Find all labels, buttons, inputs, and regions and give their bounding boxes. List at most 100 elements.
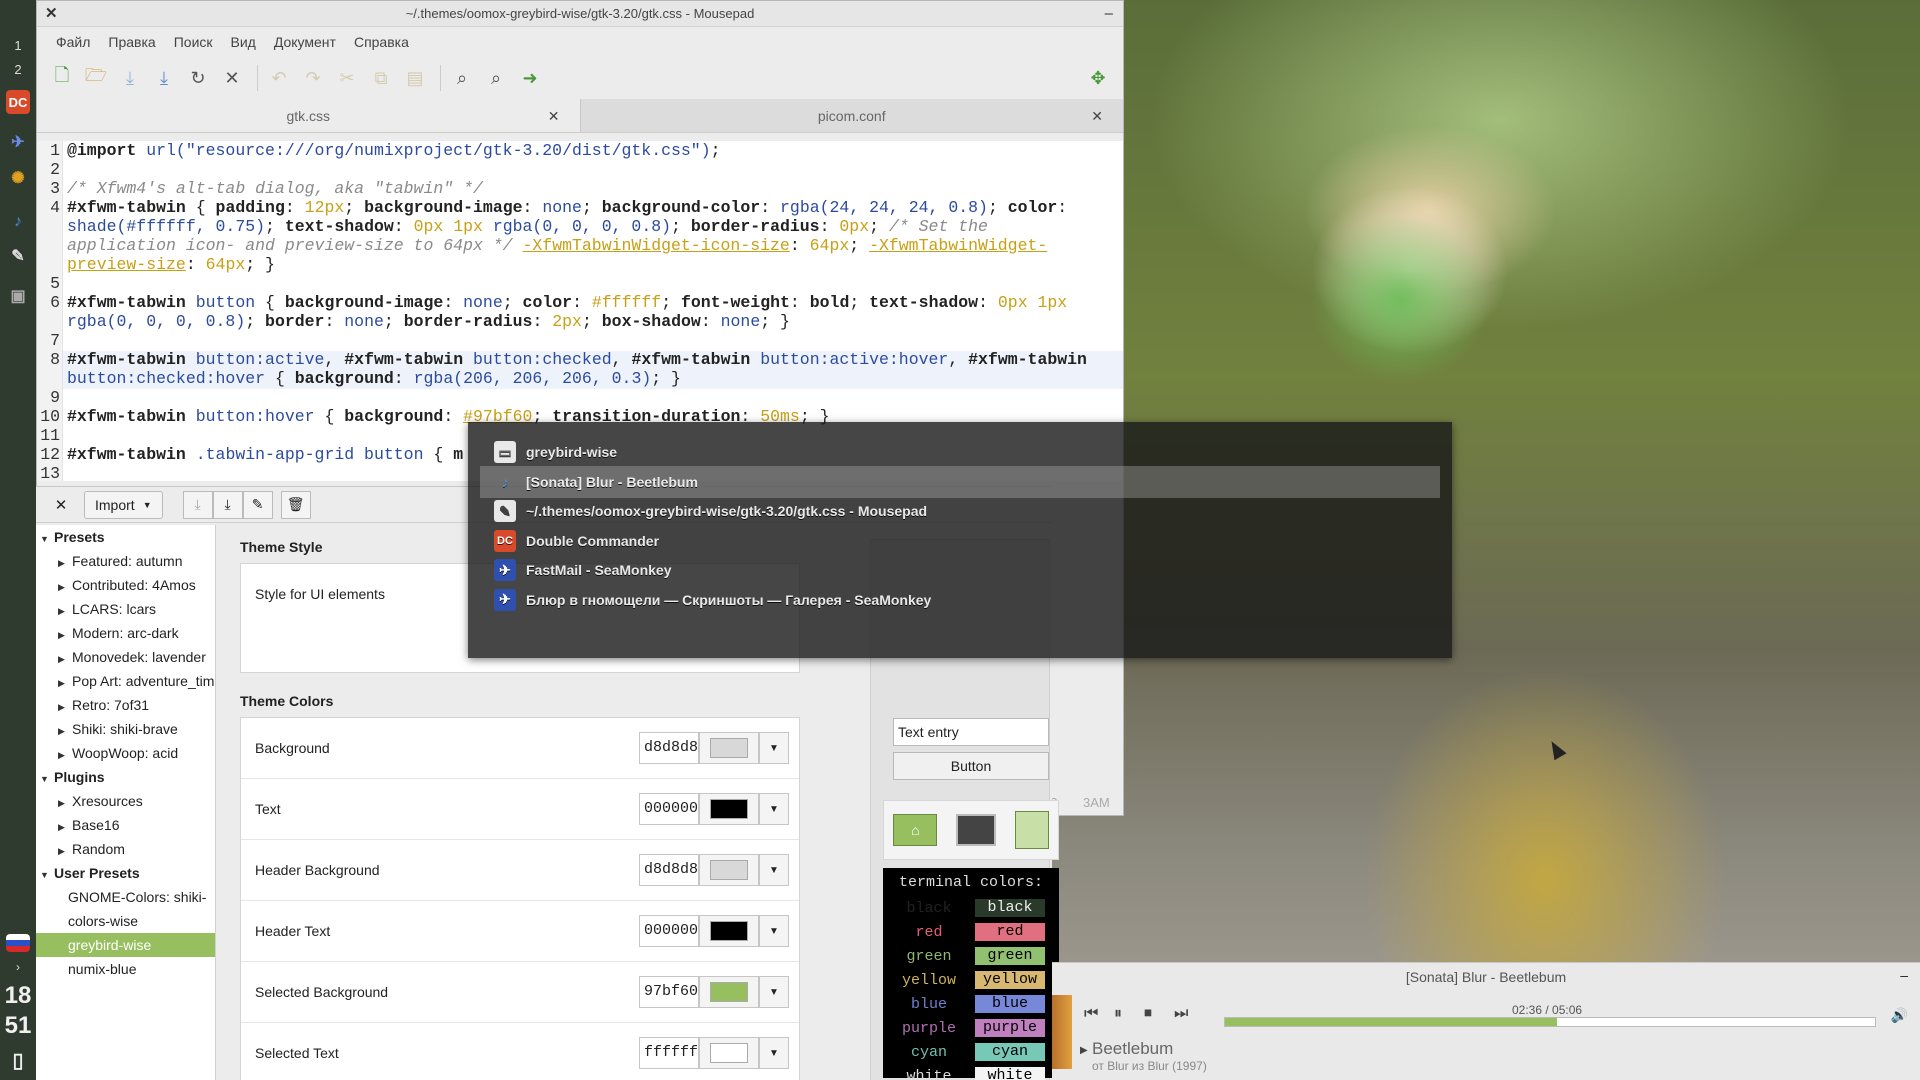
tree-item-user-preset-selected[interactable]: greybird-wise	[36, 933, 215, 957]
preview-button[interactable]: Button	[893, 752, 1049, 780]
mousepad-titlebar[interactable]: ✕ ~/.themes/oomox-greybird-wise/gtk-3.20…	[37, 1, 1123, 27]
menu-file[interactable]: Файл	[47, 34, 99, 50]
trash-icon[interactable]: 🗑	[280, 490, 311, 519]
tree-item-preset[interactable]: ▶ WoopWoop: acid	[36, 741, 215, 765]
tab-close-icon[interactable]: ✕	[1091, 99, 1103, 133]
seamonkey-icon[interactable]: ✈	[6, 130, 30, 154]
close-icon[interactable]: ✕	[46, 496, 76, 514]
menu-search[interactable]: Поиск	[165, 34, 222, 50]
menu-view[interactable]: Вид	[222, 34, 265, 50]
search-replace-icon[interactable]: ⌕	[481, 63, 511, 93]
undo-icon[interactable]: ↶	[264, 63, 294, 93]
workspace-1[interactable]: 1	[0, 38, 36, 53]
menu-edit[interactable]: Правка	[99, 34, 164, 50]
tree-item-user-preset[interactable]: GNOME-Colors: shiki-	[36, 885, 215, 909]
expand-arrow-icon[interactable]: ▶	[1080, 1045, 1088, 1056]
pause-icon[interactable]: ⏸	[1114, 1005, 1122, 1023]
tree-item-user-preset[interactable]: colors-wise	[36, 909, 215, 933]
tree-item-user-preset[interactable]: numix-blue	[36, 957, 215, 981]
close-icon[interactable]: ✕	[45, 1, 58, 27]
paste-icon[interactable]: ▤	[400, 63, 430, 93]
tree-item-preset[interactable]: ▶ Modern: arc-dark	[36, 621, 215, 645]
settings-icon[interactable]: ▣	[6, 284, 30, 308]
tree-item-preset[interactable]: ▶ LCARS: lcars	[36, 597, 215, 621]
alt-tab-item[interactable]: ✈ FastMail - SeaMonkey	[480, 554, 1440, 586]
tree-item-preset[interactable]: ▶ Monovedek: lavender	[36, 645, 215, 669]
chevron-right-icon[interactable]: ›	[0, 960, 36, 974]
tree-header-plugins[interactable]: ▼ Plugins	[36, 765, 215, 789]
color-picker-button[interactable]	[699, 732, 759, 764]
save-as-icon[interactable]: ⤓	[149, 63, 179, 93]
menu-help[interactable]: Справка	[345, 34, 418, 50]
open-folder-icon[interactable]: 🗁	[81, 63, 111, 93]
tree-item-plugin[interactable]: ▶ Xresources	[36, 789, 215, 813]
save-as-icon[interactable]: ⤓	[212, 490, 243, 519]
volume-icon[interactable]: 🔊	[1891, 1007, 1908, 1024]
tab-picom-conf[interactable]: picom.conf ✕	[581, 99, 1124, 132]
chevron-down-icon[interactable]: ▼	[759, 732, 789, 764]
chevron-down-icon[interactable]: ▼	[759, 976, 789, 1008]
tab-gtk-css[interactable]: gtk.css ✕	[37, 99, 581, 132]
preview-text-entry[interactable]: Text entry	[893, 718, 1049, 746]
tree-header-user-presets[interactable]: ▼ User Presets	[36, 861, 215, 885]
alt-tab-item[interactable]: ✈ Блюр в гномощели — Скриншоты — Галерея …	[480, 584, 1440, 616]
copy-icon[interactable]: ⧉	[366, 63, 396, 93]
menu-document[interactable]: Документ	[265, 34, 345, 50]
redo-icon[interactable]: ↷	[298, 63, 328, 93]
tree-item-preset[interactable]: ▶ Retro: 7of31	[36, 693, 215, 717]
color-hex-input[interactable]: 97bf60	[639, 976, 699, 1008]
stop-icon[interactable]: ⏹	[1144, 1005, 1152, 1023]
color-picker-button[interactable]	[699, 854, 759, 886]
album-cover[interactable]	[1052, 995, 1072, 1069]
minimize-icon[interactable]: –	[1105, 1, 1113, 27]
color-picker-button[interactable]	[699, 1037, 759, 1069]
previous-track-icon[interactable]: ⏮	[1084, 1005, 1098, 1023]
tree-item-plugin[interactable]: ▶ Base16	[36, 813, 215, 837]
battery-icon[interactable]: ▯	[6, 1048, 30, 1072]
tree-item-plugin[interactable]: ▶ Random	[36, 837, 215, 861]
music-note-icon[interactable]: ♪	[6, 210, 30, 234]
color-hex-input[interactable]: d8d8d8	[639, 854, 699, 886]
rename-icon[interactable]: ✎	[242, 490, 273, 519]
color-hex-input[interactable]: d8d8d8	[639, 732, 699, 764]
tree-item-preset[interactable]: ▶ Shiki: shiki-brave	[36, 717, 215, 741]
chevron-down-icon[interactable]: ▼	[759, 854, 789, 886]
tab-close-icon[interactable]: ✕	[548, 99, 560, 133]
fullscreen-icon[interactable]: ✥	[1083, 63, 1113, 93]
tree-header-presets[interactable]: ▼ Presets	[36, 525, 215, 549]
save-icon[interactable]: ⤓	[115, 63, 145, 93]
preset-tree: ▼ Presets ▶ Featured: autumn ▶ Contributed:…	[36, 525, 216, 1080]
go-to-icon[interactable]: ➜	[515, 63, 545, 93]
alt-tab-item[interactable]: ▭ greybird-wise	[480, 436, 1440, 468]
tree-item-preset[interactable]: ▶ Pop Art: adventure_tim	[36, 669, 215, 693]
color-picker-button[interactable]	[699, 915, 759, 947]
chevron-down-icon[interactable]: ▼	[759, 1037, 789, 1069]
playback-progress[interactable]	[1224, 1017, 1876, 1027]
color-picker-button[interactable]	[699, 976, 759, 1008]
keyboard-layout-flag-icon[interactable]	[6, 934, 30, 952]
tree-item-preset[interactable]: ▶ Featured: autumn	[36, 549, 215, 573]
color-hex-input[interactable]: 000000	[639, 793, 699, 825]
tree-item-preset[interactable]: ▶ Contributed: 4Amos	[36, 573, 215, 597]
chevron-down-icon[interactable]: ▼	[759, 793, 789, 825]
cut-icon[interactable]: ✂	[332, 63, 362, 93]
chevron-down-icon[interactable]: ▼	[759, 915, 789, 947]
minimize-icon[interactable]: –	[1900, 967, 1908, 983]
double-commander-icon[interactable]: DC	[6, 90, 30, 114]
save-icon[interactable]: ⤓	[182, 490, 213, 519]
new-document-icon[interactable]: 🗋	[47, 63, 77, 93]
color-hex-input[interactable]: 000000	[639, 915, 699, 947]
close-document-icon[interactable]: ✕	[217, 63, 247, 93]
color-hex-input[interactable]: ffffff	[639, 1037, 699, 1069]
alt-tab-item[interactable]: ✎ ~/.themes/oomox-greybird-wise/gtk-3.20/…	[480, 495, 1440, 527]
color-picker-button[interactable]	[699, 793, 759, 825]
workspace-2[interactable]: 2	[0, 62, 36, 77]
alt-tab-item[interactable]: ♪ [Sonata] Blur - Beetlebum	[480, 465, 1440, 498]
text-editor-icon[interactable]: ✎	[6, 244, 30, 268]
search-icon[interactable]: ⌕	[447, 63, 477, 93]
next-track-icon[interactable]: ⏭	[1174, 1005, 1188, 1023]
reload-icon[interactable]: ↻	[183, 63, 213, 93]
alt-tab-item[interactable]: DC Double Commander	[480, 525, 1440, 557]
gear-icon[interactable]: ✺	[6, 166, 30, 190]
import-button[interactable]: Import ▼	[84, 490, 163, 519]
